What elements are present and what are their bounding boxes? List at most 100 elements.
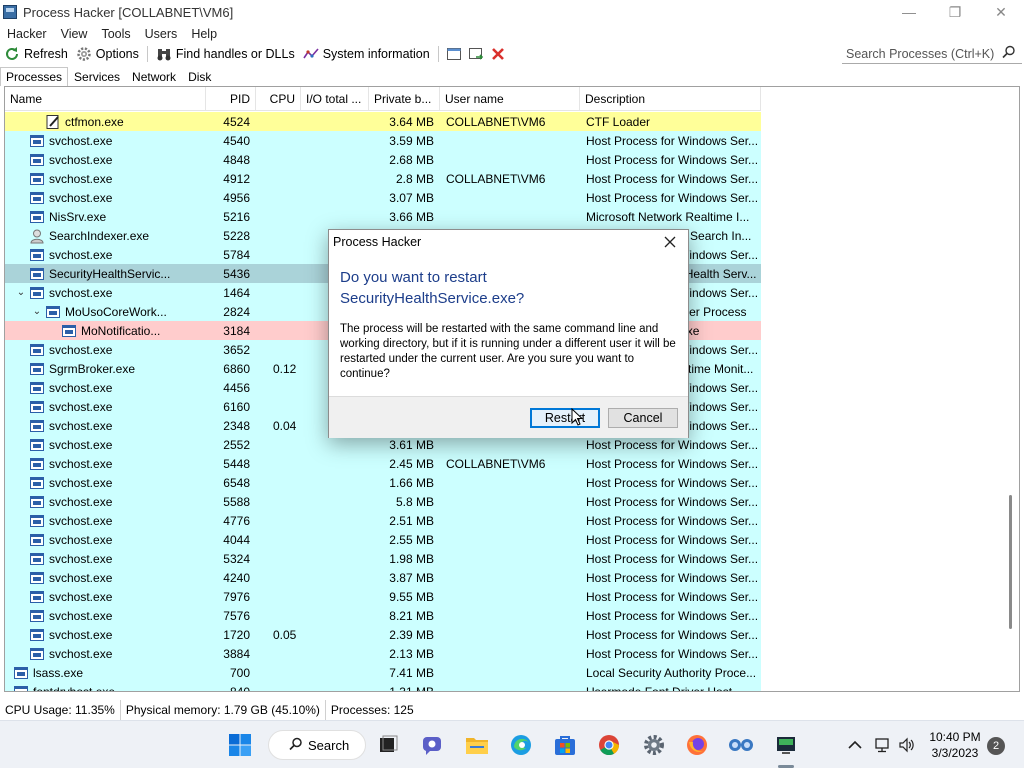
column-cpu[interactable]: CPU: [256, 87, 301, 111]
find-handles-button[interactable]: Find handles or DLLs: [152, 43, 299, 65]
process-row[interactable]: svchost.exe 5448 2.45 MB COLLABNET\VM6 Host …: [5, 454, 761, 473]
process-pid: 6160: [223, 399, 250, 414]
process-name-cell: svchost.exe: [5, 169, 206, 188]
process-name: svchost.exe: [49, 190, 113, 205]
menu-hacker[interactable]: Hacker: [0, 27, 54, 41]
task-view-icon[interactable]: [374, 731, 402, 759]
tab-services[interactable]: Services: [68, 67, 126, 86]
process-user: [440, 568, 580, 587]
window-icon: [29, 190, 45, 206]
process-row[interactable]: svchost.exe 6548 1.66 MB Host Process for W…: [5, 473, 761, 492]
process-name-cell: svchost.exe: [5, 397, 206, 416]
cancel-button[interactable]: Cancel: [608, 408, 678, 428]
process-row[interactable]: svchost.exe 4912 2.8 MB COLLABNET\VM6 Host P…: [5, 169, 761, 188]
process-cpu: [256, 169, 301, 188]
column-description[interactable]: Description: [580, 87, 761, 111]
column-user-name[interactable]: User name: [440, 87, 580, 111]
process-row[interactable]: svchost.exe 4540 3.59 MB Host Process for W…: [5, 131, 761, 150]
firefox-icon[interactable]: [683, 731, 711, 759]
process-row[interactable]: svchost.exe 5588 5.8 MB Host Process for Wi…: [5, 492, 761, 511]
tab-network[interactable]: Network: [126, 67, 182, 86]
minimize-button[interactable]: —: [886, 0, 932, 24]
refresh-button[interactable]: Refresh: [0, 43, 72, 65]
process-name: MoUsoCoreWork...: [65, 304, 167, 319]
process-row[interactable]: svchost.exe 4240 3.87 MB Host Process for W…: [5, 568, 761, 587]
tab-processes[interactable]: Processes: [0, 67, 69, 86]
file-explorer-icon[interactable]: [463, 731, 491, 759]
process-name: svchost.exe: [49, 513, 113, 528]
chrome-icon[interactable]: [595, 731, 623, 759]
column-name[interactable]: Name: [5, 87, 206, 111]
process-row[interactable]: lsass.exe 700 7.41 MB Local Security Author…: [5, 663, 761, 682]
window-icon: [29, 608, 45, 624]
dialog-heading: Do you want to restart SecurityHealthSer…: [340, 269, 525, 307]
system-information-button[interactable]: System information: [299, 43, 434, 65]
column-private-bytes[interactable]: Private b...: [369, 87, 440, 111]
notification-badge[interactable]: 2: [987, 737, 1005, 755]
process-cpu: [256, 397, 301, 416]
process-row[interactable]: fontdrvhost.exe 840 1.31 MB Usermode Font D…: [5, 682, 761, 691]
process-row[interactable]: svchost.exe 4848 2.68 MB Host Process for W…: [5, 150, 761, 169]
process-name-cell: svchost.exe: [5, 606, 206, 625]
process-row[interactable]: NisSrv.exe 5216 3.66 MB Microsoft Network R…: [5, 207, 761, 226]
find-window-icon[interactable]: [465, 43, 487, 65]
process-description: Host Process for Windows Ser...: [586, 152, 759, 167]
process-name-cell: svchost.exe: [5, 492, 206, 511]
volume-icon[interactable]: [897, 731, 917, 759]
process-name: svchost.exe: [49, 456, 113, 471]
process-row[interactable]: svchost.exe 7576 8.21 MB Host Process for W…: [5, 606, 761, 625]
process-cpu: [256, 321, 301, 340]
process-cpu: [256, 644, 301, 663]
process-io: [301, 207, 369, 226]
process-row[interactable]: svchost.exe 3884 2.13 MB Host Process for W…: [5, 644, 761, 663]
close-button[interactable]: ✕: [978, 0, 1024, 24]
process-row[interactable]: svchost.exe 1720 0.05 2.39 MB Host Process f…: [5, 625, 761, 644]
process-cpu: [256, 150, 301, 169]
process-row[interactable]: svchost.exe 4776 2.51 MB Host Process for W…: [5, 511, 761, 530]
process-row[interactable]: svchost.exe 4044 2.55 MB Host Process for W…: [5, 530, 761, 549]
column-pid[interactable]: PID: [206, 87, 256, 111]
menu-view[interactable]: View: [54, 27, 95, 41]
maximize-button[interactable]: ❐: [932, 0, 978, 24]
options-button[interactable]: Options: [72, 43, 143, 65]
tab-disk[interactable]: Disk: [182, 67, 217, 86]
process-row[interactable]: svchost.exe 5324 1.98 MB Host Process for W…: [5, 549, 761, 568]
window-icon: [29, 285, 45, 301]
chevron-up-icon[interactable]: [845, 731, 865, 759]
process-private-bytes: 2.39 MB: [389, 627, 434, 642]
active-app-icon[interactable]: [772, 731, 800, 759]
process-io: [301, 150, 369, 169]
restart-button[interactable]: Restart: [530, 408, 600, 428]
system-clock[interactable]: 10:40 PM 3/3/2023: [920, 729, 990, 761]
chevron-down-icon[interactable]: ⌄: [15, 287, 27, 298]
edge-icon[interactable]: [507, 731, 535, 759]
search-input[interactable]: [842, 46, 1002, 61]
network-icon[interactable]: [872, 731, 892, 759]
process-description: Host Process for Windows Ser...: [586, 646, 759, 661]
windows-start-icon[interactable]: [226, 731, 254, 759]
vertical-scrollbar[interactable]: [1003, 87, 1019, 691]
chevron-down-icon[interactable]: ⌄: [31, 306, 43, 317]
process-user: [440, 188, 580, 207]
process-hacker-taskbar-icon[interactable]: [727, 731, 755, 759]
terminate-icon[interactable]: [487, 43, 509, 65]
menu-tools[interactable]: Tools: [94, 27, 137, 41]
process-row[interactable]: svchost.exe 4956 3.07 MB Host Process for W…: [5, 188, 761, 207]
window-icon: [29, 646, 45, 662]
settings-gear-icon[interactable]: [640, 731, 668, 759]
search-icon: [289, 737, 303, 754]
dialog-close-button[interactable]: [660, 232, 680, 252]
column-io-total[interactable]: I/O total ...: [301, 87, 369, 111]
chat-icon[interactable]: [418, 731, 446, 759]
search-icon[interactable]: [1002, 45, 1016, 62]
menu-help[interactable]: Help: [184, 27, 224, 41]
window-icon[interactable]: [443, 43, 465, 65]
taskbar-search[interactable]: Search: [268, 730, 366, 760]
process-row[interactable]: ctfmon.exe 4524 3.64 MB COLLABNET\VM6 CTF Lo…: [5, 112, 761, 131]
store-icon[interactable]: [551, 731, 579, 759]
process-description: Host Process for Windows Ser...: [586, 627, 759, 642]
process-pid: 3884: [223, 646, 250, 661]
process-row[interactable]: svchost.exe 7976 9.55 MB Host Process for W…: [5, 587, 761, 606]
menu-users[interactable]: Users: [138, 27, 185, 41]
scrollbar-thumb[interactable]: [1009, 495, 1012, 629]
